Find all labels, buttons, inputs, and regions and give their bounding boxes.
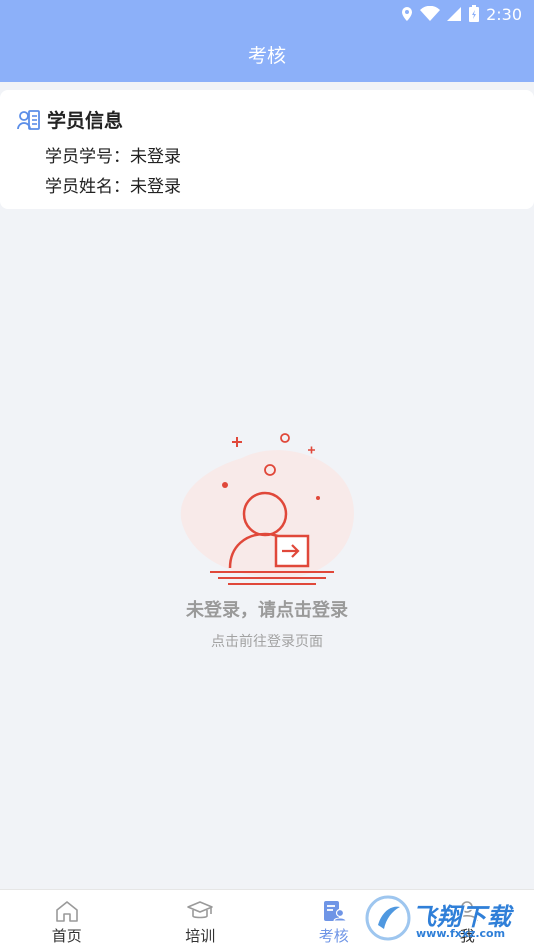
status-bar: 2:30 <box>400 0 534 28</box>
login-empty-state[interactable]: 未登录，请点击登录 点击前往登录页面 <box>0 420 534 660</box>
exam-icon <box>323 901 347 922</box>
card-header: 学员信息 <box>17 106 123 133</box>
app-header: 2:30 考核 <box>0 0 534 82</box>
card-title: 学员信息 <box>47 110 124 132</box>
empty-state-title[interactable]: 未登录，请点击登录 <box>0 596 534 622</box>
nav-label-home: 首页 <box>51 927 82 945</box>
student-id-label: 学员学号： <box>45 147 130 167</box>
signal-icon <box>447 7 462 21</box>
nav-label-training: 培训 <box>185 927 216 945</box>
nav-item-home[interactable]: 首页 <box>0 890 134 950</box>
empty-state-subtitle[interactable]: 点击前往登录页面 <box>0 631 534 651</box>
student-name-value: 未登录 <box>130 177 181 197</box>
student-name-label: 学员姓名： <box>45 177 130 197</box>
status-time: 2:30 <box>486 4 522 24</box>
student-name-row: 学员姓名： 未登录 <box>45 172 181 197</box>
watermark-url: www.fxxz.com <box>416 927 506 940</box>
wifi-icon <box>420 6 441 21</box>
nav-label-exam: 考核 <box>318 927 349 945</box>
page-title: 考核 <box>247 45 286 67</box>
graduation-cap-icon <box>187 901 214 919</box>
home-icon <box>55 901 78 922</box>
site-watermark: 飞翔下载 www.fxxz.com <box>364 889 534 950</box>
watermark-logo-icon <box>365 895 411 941</box>
location-icon <box>402 7 413 21</box>
student-id-row: 学员学号： 未登录 <box>45 142 181 167</box>
login-illustration <box>180 433 354 585</box>
nav-item-training[interactable]: 培训 <box>134 890 268 950</box>
id-card-icon <box>17 109 40 130</box>
student-id-value: 未登录 <box>130 147 181 167</box>
student-info-card: 学员信息 学员学号： 未登录 学员姓名： 未登录 <box>0 90 534 209</box>
battery-icon <box>469 5 480 22</box>
